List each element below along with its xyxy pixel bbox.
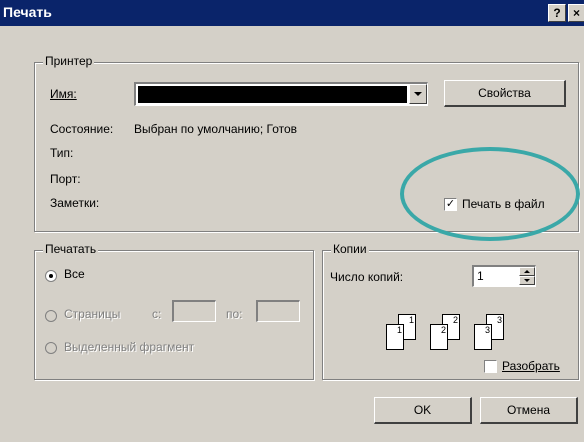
range-pages-radio[interactable] (45, 310, 57, 322)
range-all-radio[interactable] (45, 270, 57, 282)
collate-label[interactable]: Разобрать (502, 359, 560, 373)
print-range-legend: Печатать (43, 242, 99, 256)
printer-group-legend: Принтер (43, 54, 95, 68)
collate-page-front-2: 2 (430, 324, 448, 350)
copies-spin-buttons (519, 267, 535, 285)
cancel-button-label: Отмена (506, 403, 551, 417)
collate-page-front-1: 1 (386, 324, 404, 350)
status-label: Состояние: (50, 122, 114, 136)
highlight-oval (400, 147, 580, 241)
collate-checkbox[interactable] (484, 360, 497, 373)
close-button[interactable]: × (568, 4, 584, 22)
radio-selected-dot (49, 274, 53, 278)
title-bar: Печать ? × (0, 0, 584, 26)
properties-button-label: Свойства (478, 86, 531, 100)
copies-legend: Копии (331, 242, 369, 256)
spin-up-button[interactable] (519, 267, 535, 276)
range-selection-radio[interactable] (45, 342, 57, 354)
range-pages-label[interactable]: Страницы (64, 307, 120, 321)
printer-name-label: Имя: (50, 87, 77, 101)
spin-down-icon (524, 279, 530, 282)
printer-name-select[interactable] (134, 82, 428, 106)
collate-page-front-3: 3 (474, 324, 492, 350)
printer-name-selection (138, 86, 407, 103)
range-to-label: по: (226, 307, 243, 321)
printer-name-dropdown-button[interactable] (409, 84, 427, 104)
window-title: Печать (3, 4, 52, 20)
ok-button[interactable]: OK (374, 397, 472, 424)
range-selection-label[interactable]: Выделенный фрагмент (64, 340, 194, 354)
comments-label: Заметки: (50, 196, 100, 210)
properties-button[interactable]: Свойства (444, 80, 566, 107)
copies-count-label: Число копий: (330, 270, 404, 284)
chevron-down-icon (414, 92, 422, 96)
range-to-field[interactable] (256, 300, 300, 322)
spin-down-button[interactable] (519, 276, 535, 285)
range-from-label: с: (152, 307, 162, 321)
copies-count-value[interactable]: 1 (477, 269, 484, 283)
help-button[interactable]: ? (548, 4, 566, 22)
range-all-label[interactable]: Все (64, 267, 85, 281)
spin-up-icon (524, 270, 530, 273)
copies-spinner[interactable]: 1 (472, 265, 536, 287)
cancel-button[interactable]: Отмена (480, 397, 578, 424)
status-value: Выбран по умолчанию; Готов (134, 122, 298, 136)
ok-button-label: OK (413, 403, 432, 417)
range-from-field[interactable] (172, 300, 216, 322)
port-label: Порт: (50, 172, 81, 186)
type-label: Тип: (50, 146, 74, 160)
